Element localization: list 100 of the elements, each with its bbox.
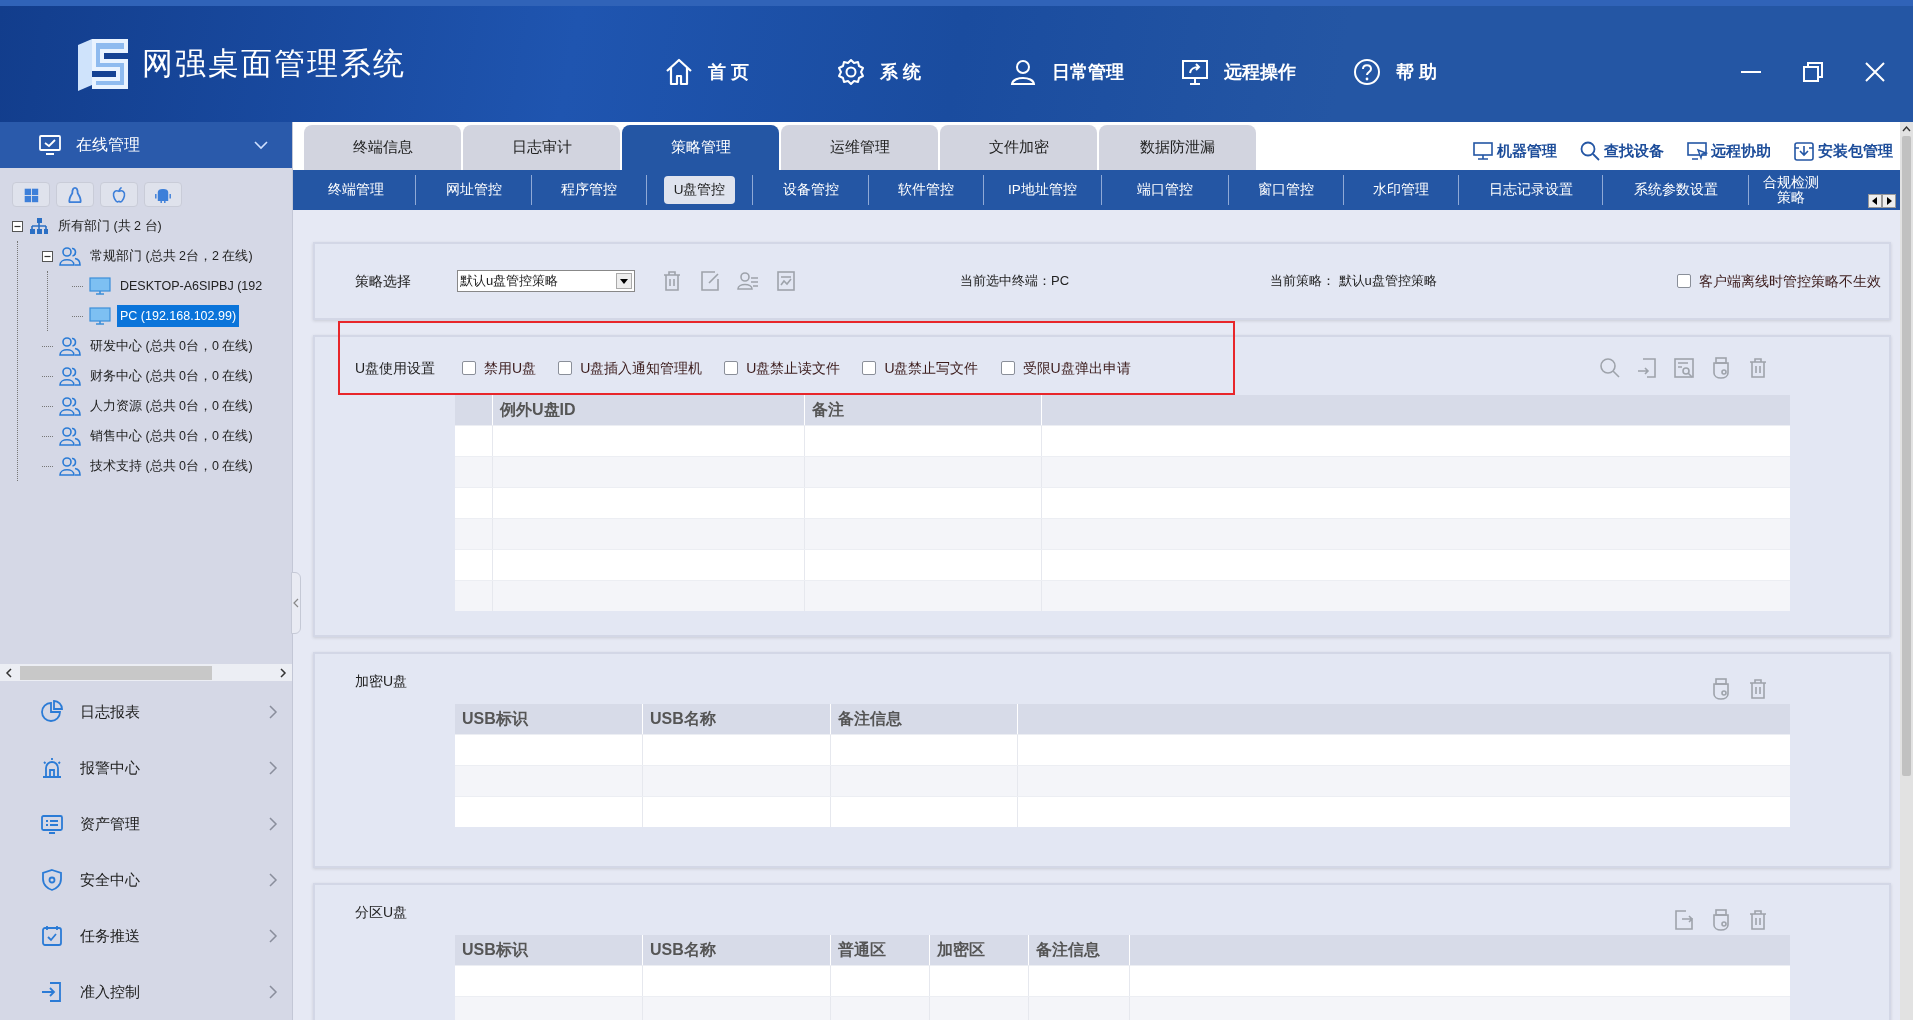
monitor-icon xyxy=(89,306,111,326)
tab[interactable]: 终端信息 xyxy=(304,125,461,170)
sidebar-menu-item[interactable]: 安全中心 xyxy=(0,852,292,908)
tree-item[interactable]: 所有部门 (共 2 台) xyxy=(55,215,165,237)
checkbox-label[interactable]: U盘插入通知管理机 xyxy=(580,357,703,379)
collapse-toggle[interactable] xyxy=(42,250,53,262)
nav-item[interactable]: 系 统 xyxy=(836,57,1008,87)
tree-item[interactable]: 财务中心 (总共 0台，0 在线) xyxy=(87,365,256,387)
checkbox-label[interactable]: 受限U盘弹出申请 xyxy=(1022,357,1131,379)
section-header[interactable]: 在线管理 xyxy=(0,122,292,168)
export-icon[interactable] xyxy=(1673,909,1695,931)
document-search-icon[interactable] xyxy=(1673,357,1695,379)
os-filter-button[interactable] xyxy=(56,182,94,207)
close-icon[interactable] xyxy=(1863,60,1887,84)
os-filter-button[interactable] xyxy=(12,182,50,207)
subtab[interactable]: 窗口管控 xyxy=(1248,176,1324,204)
chevron-left-icon[interactable] xyxy=(4,667,14,678)
nav-item[interactable]: 远程操作 xyxy=(1180,57,1352,87)
subtab[interactable]: 水印管理 xyxy=(1363,176,1439,204)
chart-document-icon[interactable] xyxy=(775,270,797,292)
checkbox-label[interactable]: U盘禁止写文件 xyxy=(884,357,979,379)
tab[interactable]: 文件加密 xyxy=(940,125,1097,170)
subtab[interactable]: U盘管控 xyxy=(663,176,736,204)
checkbox-label[interactable]: 禁用U盘 xyxy=(484,357,537,379)
import-icon[interactable] xyxy=(1636,357,1658,379)
scroll-left-icon[interactable] xyxy=(1868,194,1882,208)
checkbox[interactable] xyxy=(1000,361,1015,375)
tree-item[interactable]: 销售中心 (总共 0台，0 在线) xyxy=(87,425,256,447)
help-icon xyxy=(1352,57,1382,87)
scroll-right-icon[interactable] xyxy=(1882,194,1896,208)
status-text: 当前策略： 默认u盘管控策略 xyxy=(1270,272,1437,291)
subtab[interactable]: 终端管理 xyxy=(318,176,394,204)
trash-icon[interactable] xyxy=(1747,678,1769,700)
restore-icon[interactable] xyxy=(1801,60,1825,84)
collapse-toggle[interactable] xyxy=(12,220,23,232)
policy-dropdown[interactable]: 默认u盘管控策略 xyxy=(457,270,635,292)
usb-drive-icon[interactable] xyxy=(1710,909,1732,931)
subtab[interactable]: 设备管控 xyxy=(772,176,849,204)
usb-drive-icon[interactable] xyxy=(1710,357,1732,379)
chevron-right-icon xyxy=(268,872,278,888)
trash-icon[interactable] xyxy=(1747,357,1769,379)
screen-list-icon xyxy=(40,812,64,836)
section-title: 分区U盘 xyxy=(355,902,408,922)
scrollbar-thumb[interactable] xyxy=(1902,136,1911,776)
sidebar-menu-item[interactable]: 任务推送 xyxy=(0,908,292,964)
subtab[interactable]: 软件管控 xyxy=(888,176,964,204)
trash-icon[interactable] xyxy=(661,270,683,292)
tree-item[interactable]: 人力资源 (总共 0台，0 在线) xyxy=(87,395,256,417)
subtab[interactable]: 端口管控 xyxy=(1127,176,1203,204)
toolbar-link[interactable]: 安装包管理 xyxy=(1793,139,1893,162)
tab[interactable]: 运维管理 xyxy=(781,125,938,170)
user-list-icon[interactable] xyxy=(737,270,759,292)
os-filter-button[interactable] xyxy=(100,182,138,207)
tree-item[interactable]: 研发中心 (总共 0台，0 在线) xyxy=(87,335,256,357)
field-label: 策略选择 xyxy=(355,271,412,291)
checkbox[interactable] xyxy=(462,361,476,375)
checkbox[interactable] xyxy=(862,361,877,375)
chevron-right-icon xyxy=(268,760,278,776)
sidebar-menu-item[interactable]: 资产管理 xyxy=(0,796,292,852)
tree-item[interactable]: PC (192.168.102.99) xyxy=(117,305,240,327)
trash-icon[interactable] xyxy=(1747,909,1769,931)
tab[interactable]: 日志审计 xyxy=(463,125,620,170)
chevron-right-icon[interactable] xyxy=(278,667,288,678)
subtab[interactable]: 合规检测策略 xyxy=(1759,175,1822,205)
search-icon[interactable] xyxy=(1599,357,1621,379)
subtab[interactable]: 程序管控 xyxy=(551,176,627,204)
checkbox-label[interactable]: U盘禁止读文件 xyxy=(746,357,841,379)
nav-item[interactable]: 帮 助 xyxy=(1352,57,1524,87)
edit-icon[interactable] xyxy=(699,270,721,292)
field-label: U盘使用设置 xyxy=(355,358,437,378)
penguin-icon xyxy=(66,185,84,204)
nav-item[interactable]: 日常管理 xyxy=(1008,57,1180,87)
nav-item[interactable]: 首 页 xyxy=(664,57,836,87)
subtab[interactable]: IP地址管控 xyxy=(998,176,1087,204)
tree-item[interactable]: 技术支持 (总共 0台，0 在线) xyxy=(87,455,256,477)
checkbox[interactable] xyxy=(1677,274,1691,288)
scrollbar-thumb[interactable] xyxy=(20,665,212,680)
usb-drive-icon[interactable] xyxy=(1710,678,1732,700)
tree-item[interactable]: 常规部门 (总共 2台，2 在线) xyxy=(87,245,256,267)
tree-item[interactable]: DESKTOP-A6SIPBJ (192 xyxy=(117,275,266,297)
checkbox[interactable] xyxy=(558,361,573,375)
sidebar-menu-item[interactable]: 准入控制 xyxy=(0,964,292,1020)
subtab[interactable]: 系统参数设置 xyxy=(1623,176,1728,204)
toolbar-link[interactable]: 机器管理 xyxy=(1472,139,1557,162)
tab[interactable]: 策略管理 xyxy=(622,125,779,170)
tab[interactable]: 数据防泄漏 xyxy=(1099,125,1256,170)
sidebar-menu-item[interactable]: 报警中心 xyxy=(0,740,292,796)
toolbar-link[interactable]: 远程协助 xyxy=(1686,139,1771,162)
os-filter-button[interactable] xyxy=(144,182,182,207)
calendar-check-icon xyxy=(40,924,64,948)
section-title: 加密U盘 xyxy=(355,671,408,691)
checkbox[interactable] xyxy=(724,361,739,375)
sidebar-menu-item[interactable]: 日志报表 xyxy=(0,684,292,740)
checkbox-label[interactable]: 客户端离线时管控策略不生效 xyxy=(1699,270,1881,292)
subtab[interactable]: 网址管控 xyxy=(435,176,512,204)
alarm-light-icon xyxy=(40,756,64,780)
chevron-right-icon xyxy=(268,928,278,944)
collapse-handle[interactable] xyxy=(291,572,301,634)
toolbar-link[interactable]: 查找设备 xyxy=(1579,139,1664,162)
subtab[interactable]: 日志记录设置 xyxy=(1478,176,1583,204)
